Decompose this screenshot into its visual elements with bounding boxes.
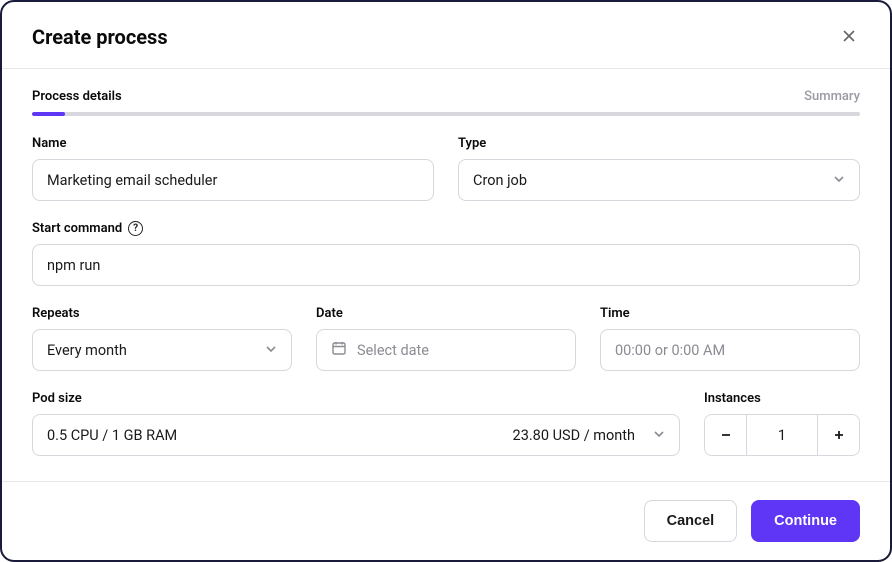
instances-label: Instances: [704, 391, 860, 406]
time-label: Time: [600, 306, 860, 321]
minus-icon: [720, 425, 732, 446]
form-body: Name Type Cron job Start command ?: [2, 116, 890, 481]
instances-increment[interactable]: [817, 415, 859, 455]
plus-icon: [833, 425, 845, 446]
step-next: Summary: [804, 89, 860, 104]
start-command-field: Start command ?: [32, 221, 860, 286]
instances-stepper: 1: [704, 414, 860, 456]
date-placeholder: Select date: [357, 342, 429, 359]
modal-title: Create process: [32, 25, 168, 49]
close-icon: [842, 27, 856, 47]
chevron-down-icon: [653, 427, 665, 444]
progress-fill: [32, 112, 65, 116]
close-button[interactable]: [838, 24, 860, 50]
time-input[interactable]: [600, 329, 860, 371]
repeats-value: Every month: [47, 342, 127, 359]
date-label: Date: [316, 306, 576, 321]
repeats-select[interactable]: Every month: [32, 329, 292, 371]
time-field: Time: [600, 306, 860, 371]
start-command-input[interactable]: [32, 244, 860, 286]
pod-size-select[interactable]: 0.5 CPU / 1 GB RAM 23.80 USD / month: [32, 414, 680, 456]
modal-footer: Cancel Continue: [2, 481, 890, 560]
pod-size-price: 23.80 USD / month: [513, 427, 635, 444]
step-current: Process details: [32, 89, 122, 104]
repeats-label: Repeats: [32, 306, 292, 321]
progress-bar: [32, 112, 860, 116]
help-icon[interactable]: ?: [128, 221, 143, 236]
cancel-button[interactable]: Cancel: [644, 500, 738, 542]
name-label: Name: [32, 136, 434, 151]
name-field: Name: [32, 136, 434, 201]
steps-nav: Process details Summary: [2, 69, 890, 112]
modal-header: Create process: [2, 2, 890, 68]
start-command-label: Start command ?: [32, 221, 860, 236]
type-label: Type: [458, 136, 860, 151]
date-field: Date Select date: [316, 306, 576, 371]
chevron-down-icon: [833, 172, 845, 189]
create-process-modal: Create process Process details Summary N…: [0, 0, 892, 562]
date-input[interactable]: Select date: [316, 329, 576, 371]
type-value: Cron job: [473, 172, 527, 189]
calendar-icon: [331, 340, 347, 360]
pod-size-field: Pod size 0.5 CPU / 1 GB RAM 23.80 USD / …: [32, 391, 680, 456]
chevron-down-icon: [265, 342, 277, 359]
instances-field: Instances 1: [704, 391, 860, 456]
pod-size-value: 0.5 CPU / 1 GB RAM: [47, 427, 177, 444]
type-field: Type Cron job: [458, 136, 860, 201]
continue-button[interactable]: Continue: [751, 500, 860, 542]
name-input[interactable]: [32, 159, 434, 201]
instances-decrement[interactable]: [705, 415, 747, 455]
instances-value: 1: [747, 415, 817, 455]
type-select[interactable]: Cron job: [458, 159, 860, 201]
repeats-field: Repeats Every month: [32, 306, 292, 371]
pod-size-label: Pod size: [32, 391, 680, 406]
